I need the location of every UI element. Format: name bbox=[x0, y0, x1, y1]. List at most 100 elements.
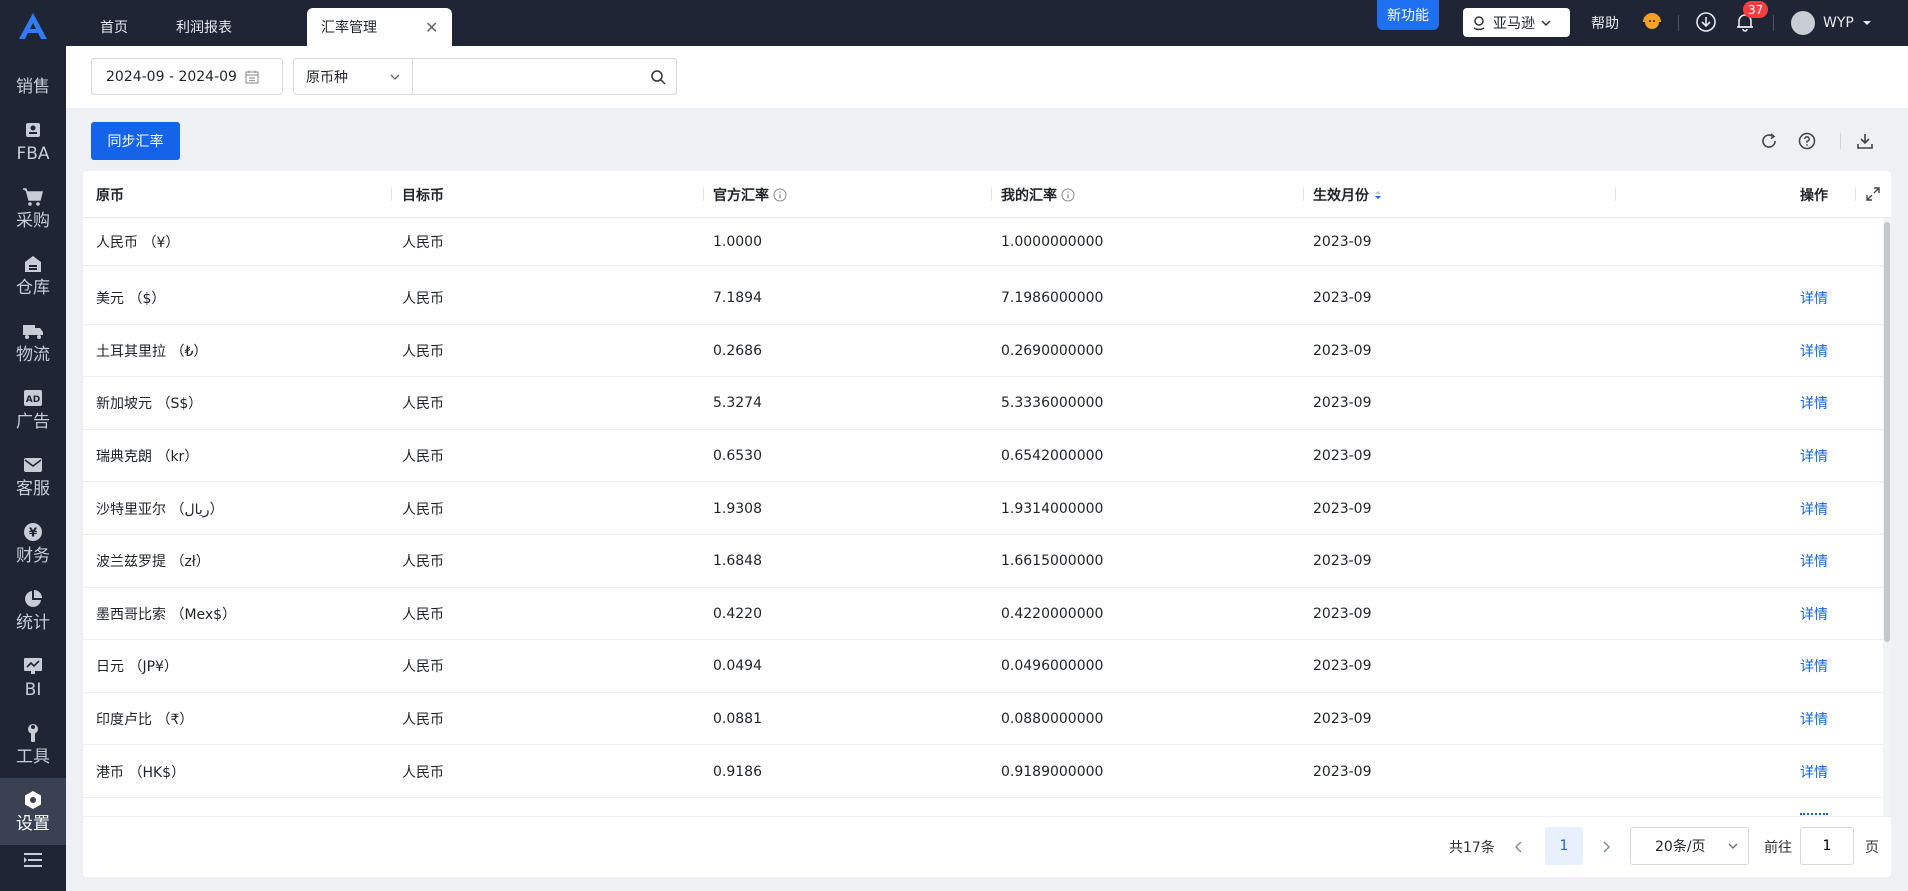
cell-mine: 1.6615000000 bbox=[1001, 553, 1104, 570]
cell-official: 7.1894 bbox=[713, 290, 762, 307]
detail-link[interactable]: 详情 bbox=[1800, 377, 1828, 430]
chevron-down-icon bbox=[1728, 843, 1738, 849]
sync-rate-button[interactable]: 同步汇率 bbox=[91, 122, 180, 160]
column-label: 官方汇率 bbox=[713, 187, 769, 204]
search-field[interactable] bbox=[413, 58, 677, 95]
help-circle-icon[interactable] bbox=[1797, 131, 1817, 151]
column-label: 目标币 bbox=[402, 187, 444, 204]
wrench-icon bbox=[22, 722, 44, 744]
sidebar-collapse-button[interactable] bbox=[0, 838, 66, 882]
user-menu[interactable]: WYP bbox=[1791, 10, 1872, 36]
cell-official: 0.4220 bbox=[713, 605, 762, 622]
sidebar-item-ad[interactable]: AD 广告 bbox=[0, 376, 66, 443]
sidebar-item-truck[interactable]: 物流 bbox=[0, 309, 66, 376]
info-icon[interactable] bbox=[1061, 188, 1075, 202]
help-link[interactable]: 帮助 bbox=[1591, 13, 1619, 33]
cell-source: 瑞典克朗 （kr） bbox=[96, 448, 199, 465]
detail-link[interactable]: 详情 bbox=[1800, 640, 1828, 693]
chevron-down-icon bbox=[1541, 19, 1551, 26]
support-icon[interactable] bbox=[1640, 10, 1664, 34]
tab-exchange-rate[interactable]: 汇率管理 ✕ bbox=[307, 8, 453, 46]
cell-official: 0.2686 bbox=[713, 342, 762, 359]
cell-month: 2023-09 bbox=[1313, 763, 1372, 780]
sort-icon[interactable] bbox=[1373, 188, 1383, 202]
cell-official: 0.0494 bbox=[713, 658, 762, 675]
sidebar-item-fba[interactable]: FBA bbox=[0, 108, 66, 175]
table-row: 美元 （$） 人民币 7.1894 7.1986000000 2023-09 详情 bbox=[83, 272, 1883, 325]
detail-link[interactable]: 详情 bbox=[1800, 745, 1828, 798]
column-divider bbox=[1303, 187, 1304, 201]
page-number-current[interactable]: 1 bbox=[1545, 827, 1583, 865]
column-label: 操作 bbox=[1800, 187, 1828, 204]
cell-source: 沙特里亚尔 （ريال） bbox=[96, 501, 224, 518]
date-range-value: 2024-09 - 2024-09 bbox=[106, 68, 237, 85]
new-feature-button[interactable]: 新功能 bbox=[1377, 0, 1439, 30]
refresh-icon[interactable] bbox=[1759, 131, 1779, 151]
sidebar-item-mail[interactable]: 客服 bbox=[0, 443, 66, 510]
sidebar-item-sales[interactable]: 销售 bbox=[0, 41, 66, 108]
export-icon[interactable] bbox=[1855, 131, 1875, 151]
month-range-picker[interactable]: 2024-09 - 2024-09 bbox=[91, 58, 283, 95]
svg-text:¥: ¥ bbox=[29, 526, 38, 540]
sidebar-item-pie[interactable]: 统计 bbox=[0, 577, 66, 644]
tab-profit-report[interactable]: 利润报表 bbox=[162, 8, 246, 46]
sidebar-item-wrench[interactable]: 工具 bbox=[0, 711, 66, 778]
cell-official: 1.9308 bbox=[713, 500, 762, 517]
cell-source: 港币 （HK$） bbox=[96, 764, 186, 781]
goto-label: 前往 bbox=[1764, 840, 1792, 856]
scrollbar-thumb[interactable] bbox=[1884, 222, 1890, 642]
divider bbox=[1678, 15, 1679, 31]
column-divider bbox=[991, 187, 992, 201]
detail-link[interactable]: 详情 bbox=[1800, 429, 1828, 482]
column-effective-month[interactable]: 生效月份 bbox=[1313, 171, 1383, 218]
cell-mine: 5.3336000000 bbox=[1001, 395, 1104, 412]
cell-month: 2023-09 bbox=[1313, 605, 1372, 622]
goto-page-input[interactable] bbox=[1800, 827, 1854, 865]
table-row: 日元 （JP¥） 人民币 0.0494 0.0496000000 2023-09 详情 bbox=[83, 640, 1883, 693]
next-page-button[interactable] bbox=[1594, 833, 1618, 861]
close-icon[interactable]: ✕ bbox=[425, 18, 438, 37]
detail-link[interactable]: 详情 bbox=[1800, 535, 1828, 588]
store-selector[interactable]: 亚马逊 bbox=[1463, 8, 1570, 37]
sidebar-item-warehouse[interactable]: 仓库 bbox=[0, 242, 66, 309]
prev-page-button[interactable] bbox=[1507, 833, 1531, 861]
sidebar-item-cart[interactable]: 采购 bbox=[0, 175, 66, 242]
sidebar-item-label: 统计 bbox=[16, 613, 50, 633]
sidebar-item-label: 采购 bbox=[16, 211, 50, 231]
detail-link[interactable]: 详情 bbox=[1800, 482, 1828, 535]
sidebar-item-label: 客服 bbox=[16, 479, 50, 499]
cell-mine: 7.1986000000 bbox=[1001, 290, 1104, 307]
store-name: 亚马逊 bbox=[1493, 15, 1535, 32]
page-size-select[interactable]: 20条/页 bbox=[1630, 827, 1749, 865]
column-label: 生效月份 bbox=[1313, 187, 1369, 204]
tab-home[interactable]: 首页 bbox=[86, 8, 142, 46]
download-icon[interactable] bbox=[1694, 10, 1718, 34]
info-icon[interactable] bbox=[773, 188, 787, 202]
currency-select[interactable]: 原币种 bbox=[293, 58, 413, 95]
search-icon[interactable] bbox=[650, 69, 666, 85]
cell-mine: 0.4220000000 bbox=[1001, 605, 1104, 622]
cell-source: 印度卢比 （₹） bbox=[96, 711, 194, 728]
table-header: 原币 目标币 官方汇率 我的汇率 生效月份 操作 bbox=[83, 171, 1891, 218]
detail-link[interactable]: 详情 bbox=[1800, 587, 1828, 640]
expand-icon[interactable] bbox=[1863, 184, 1883, 204]
search-input[interactable] bbox=[423, 68, 650, 85]
detail-link[interactable]: 详情 bbox=[1800, 692, 1828, 745]
cell-month: 2023-09 bbox=[1313, 234, 1372, 250]
cell-month: 2023-09 bbox=[1313, 290, 1372, 307]
cell-mine: 0.6542000000 bbox=[1001, 447, 1104, 464]
vertical-scrollbar[interactable] bbox=[1883, 218, 1891, 818]
currency-select-value: 原币种 bbox=[306, 69, 348, 86]
sidebar-item-bi[interactable]: BI bbox=[0, 644, 66, 711]
detail-link[interactable]: 详情 bbox=[1800, 324, 1828, 377]
table-row: 人民币 （¥） 人民币 1.0000 1.0000000000 2023-09 bbox=[83, 218, 1883, 266]
cell-mine: 0.9189000000 bbox=[1001, 763, 1104, 780]
sidebar-item-settings[interactable]: 设置 bbox=[0, 778, 66, 845]
cell-target: 人民币 bbox=[402, 554, 444, 571]
detail-link[interactable]: 详情 bbox=[1800, 272, 1828, 325]
column-action: 操作 bbox=[1800, 171, 1828, 218]
table-row: 印度卢比 （₹） 人民币 0.0881 0.0880000000 2023-09 详情 bbox=[83, 692, 1883, 746]
sidebar-item-yuan[interactable]: ¥ 财务 bbox=[0, 510, 66, 577]
table-row: 新加坡元 （S$） 人民币 5.3274 5.3336000000 2023-09 详情 bbox=[83, 377, 1883, 430]
ad-icon: AD bbox=[22, 387, 44, 409]
